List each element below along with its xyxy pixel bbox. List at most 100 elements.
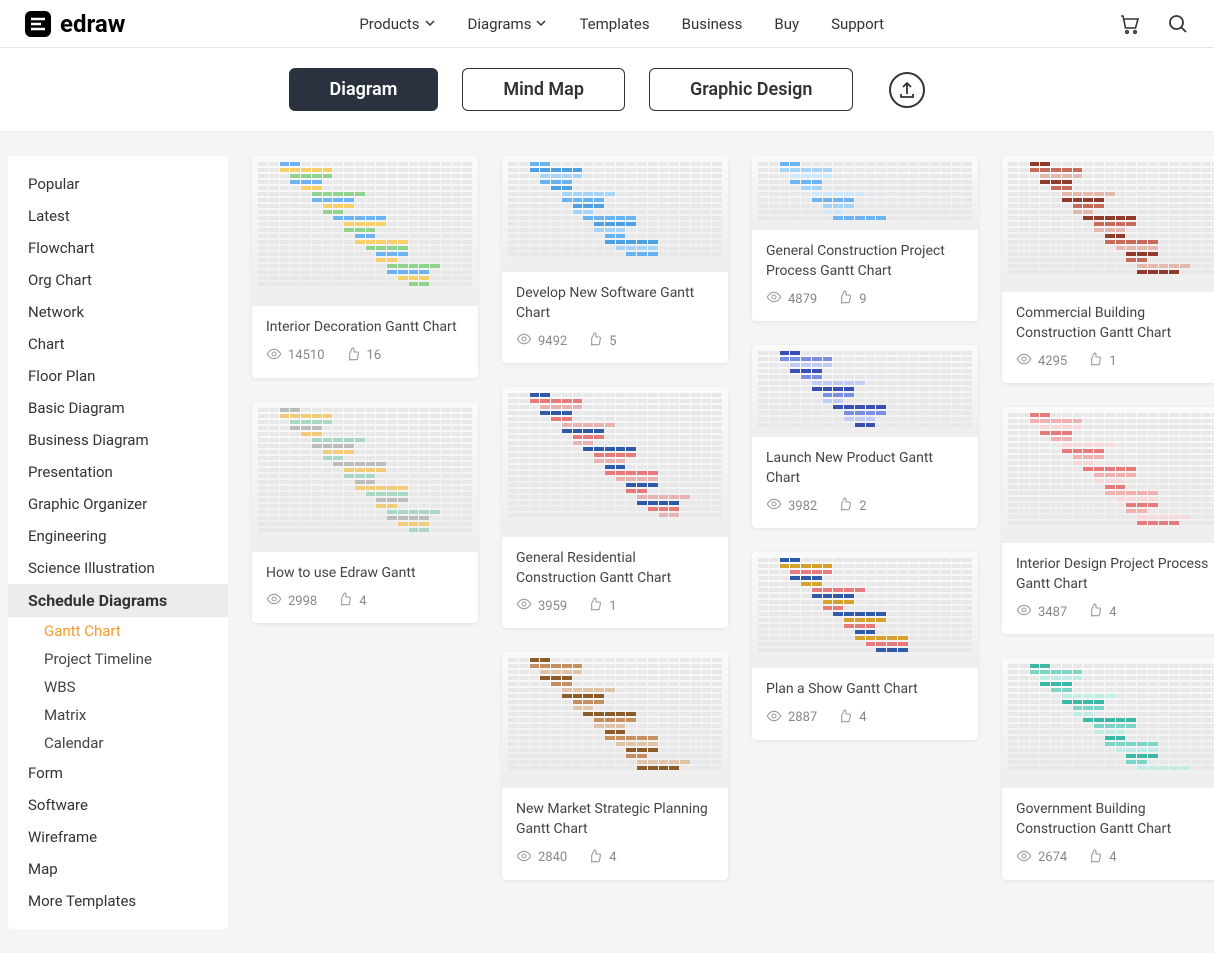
nav-label: Buy (774, 15, 799, 33)
likes-count: 2 (859, 499, 866, 514)
card-body: Interior Decoration Gantt Chart1451016 (252, 306, 478, 378)
eye-icon (1016, 351, 1032, 371)
thumb-up-icon (1087, 351, 1103, 371)
thumb-up-icon (837, 708, 853, 728)
card-thumbnail (252, 402, 478, 552)
sidebar-item-science-illustration[interactable]: Science Illustration (8, 552, 228, 584)
cart-icon[interactable] (1118, 12, 1142, 36)
tab-graphic-design[interactable]: Graphic Design (649, 68, 853, 111)
likes-stat: 5 (587, 331, 616, 351)
eye-icon (266, 346, 282, 366)
likes-stat: 4 (337, 591, 366, 611)
main-content: PopularLatestFlowchartOrg ChartNetworkCh… (0, 132, 1214, 953)
template-card[interactable]: Launch New Product Gantt Chart 3982 2 (752, 345, 978, 528)
chevron-down-icon (535, 15, 547, 33)
nav-item-products[interactable]: Products (359, 15, 435, 33)
card-thumbnail (252, 156, 478, 306)
nav-label: Support (831, 15, 884, 33)
sidebar-item-presentation[interactable]: Presentation (8, 456, 228, 488)
card-body: New Market Strategic Planning Gantt Char… (502, 788, 728, 879)
views-stat: 4295 (1016, 351, 1067, 371)
views-count: 3487 (1038, 605, 1067, 620)
nav-label: Products (359, 15, 419, 33)
template-card[interactable]: Plan a Show Gantt Chart28874 (752, 552, 978, 740)
views-count: 4879 (788, 292, 817, 307)
likes-stat: 4 (837, 708, 866, 728)
card-stats: 48799 (766, 289, 964, 309)
likes-count: 4 (1109, 605, 1116, 620)
sidebar-subitem-calendar[interactable]: Calendar (8, 729, 228, 757)
eye-icon (766, 496, 782, 516)
sidebar-item-flowchart[interactable]: Flowchart (8, 232, 228, 264)
template-gallery: Interior Decoration Gantt Chart1451016Ho… (252, 156, 1214, 880)
sidebar-item-latest[interactable]: Latest (8, 200, 228, 232)
nav-item-templates[interactable]: Templates (579, 15, 649, 33)
card-body: Develop New Software Gantt Chart94925 (502, 272, 728, 363)
sidebar-item-map[interactable]: Map (8, 853, 228, 885)
template-card[interactable]: Develop New Software Gantt Chart94925 (502, 156, 728, 363)
card-title: Develop New Software Gantt Chart (516, 284, 714, 323)
tab-diagram[interactable]: Diagram (289, 68, 439, 111)
views-stat: 14510 (266, 346, 325, 366)
template-card[interactable]: How to use Edraw Gantt29984 (252, 402, 478, 624)
views-stat: 2674 (1016, 848, 1067, 868)
card-stats: 3487 4 (1016, 602, 1214, 622)
sidebar-item-schedule-diagrams[interactable]: Schedule Diagrams (8, 584, 228, 617)
sidebar-item-basic-diagram[interactable]: Basic Diagram (8, 392, 228, 424)
sidebar-item-chart[interactable]: Chart (8, 328, 228, 360)
card-title: Launch New Product Gantt Chart (766, 449, 964, 488)
views-stat: 4879 (766, 289, 817, 309)
sidebar-item-floor-plan[interactable]: Floor Plan (8, 360, 228, 392)
sidebar-item-org-chart[interactable]: Org Chart (8, 264, 228, 296)
card-thumbnail (1002, 658, 1214, 788)
views-stat: 3487 (1016, 602, 1067, 622)
card-thumbnail (502, 652, 728, 788)
sidebar-item-popular[interactable]: Popular (8, 168, 228, 200)
card-body: Commercial Building Construction Gantt C… (1002, 292, 1214, 383)
template-card[interactable]: Government Building Construction Gantt C… (1002, 658, 1214, 879)
template-card[interactable]: New Market Strategic Planning Gantt Char… (502, 652, 728, 879)
views-count: 3982 (788, 499, 817, 514)
nav-item-diagrams[interactable]: Diagrams (468, 15, 548, 33)
views-count: 2840 (538, 850, 567, 865)
template-card[interactable]: Commercial Building Construction Gantt C… (1002, 156, 1214, 383)
views-count: 4295 (1038, 354, 1067, 369)
template-card[interactable]: General Construction Project Process Gan… (752, 156, 978, 321)
sidebar-item-software[interactable]: Software (8, 789, 228, 821)
sidebar-item-network[interactable]: Network (8, 296, 228, 328)
nav-item-support[interactable]: Support (831, 15, 884, 33)
likes-count: 1 (1109, 354, 1116, 369)
search-icon[interactable] (1166, 12, 1190, 36)
card-stats: 2998 4 (266, 591, 464, 611)
template-card[interactable]: Interior Decoration Gantt Chart1451016 (252, 156, 478, 378)
views-stat: 3959 (516, 596, 567, 616)
card-body: Interior Design Project Process Gantt Ch… (1002, 543, 1214, 634)
sidebar-item-graphic-organizer[interactable]: Graphic Organizer (8, 488, 228, 520)
card-body: Launch New Product Gantt Chart 3982 2 (752, 437, 978, 528)
sidebar-item-engineering[interactable]: Engineering (8, 520, 228, 552)
template-card[interactable]: General Residential Construction Gantt C… (502, 387, 728, 628)
sidebar-item-form[interactable]: Form (8, 757, 228, 789)
tab-mind-map[interactable]: Mind Map (462, 68, 625, 111)
sidebar-subitem-wbs[interactable]: WBS (8, 673, 228, 701)
views-stat: 2998 (266, 591, 317, 611)
logo[interactable]: edraw (24, 10, 125, 38)
sidebar-item-wireframe[interactable]: Wireframe (8, 821, 228, 853)
card-title: Government Building Construction Gantt C… (1016, 800, 1214, 839)
thumb-up-icon (587, 596, 603, 616)
sidebar-item-more-templates[interactable]: More Templates (8, 885, 228, 917)
likes-stat: 4 (1087, 602, 1116, 622)
card-stats: 28404 (516, 848, 714, 868)
sidebar-item-business-diagram[interactable]: Business Diagram (8, 424, 228, 456)
nav-item-business[interactable]: Business (682, 15, 743, 33)
nav-item-buy[interactable]: Buy (774, 15, 799, 33)
sidebar-subitem-project-timeline[interactable]: Project Timeline (8, 645, 228, 673)
upload-button[interactable] (889, 72, 925, 108)
eye-icon (516, 596, 532, 616)
sidebar-subitem-matrix[interactable]: Matrix (8, 701, 228, 729)
template-card[interactable]: Interior Design Project Process Gantt Ch… (1002, 407, 1214, 634)
views-stat: 3982 (766, 496, 817, 516)
views-count: 2887 (788, 710, 817, 725)
nav-right (1118, 12, 1190, 36)
sidebar-subitem-gantt-chart[interactable]: Gantt Chart (8, 617, 228, 645)
